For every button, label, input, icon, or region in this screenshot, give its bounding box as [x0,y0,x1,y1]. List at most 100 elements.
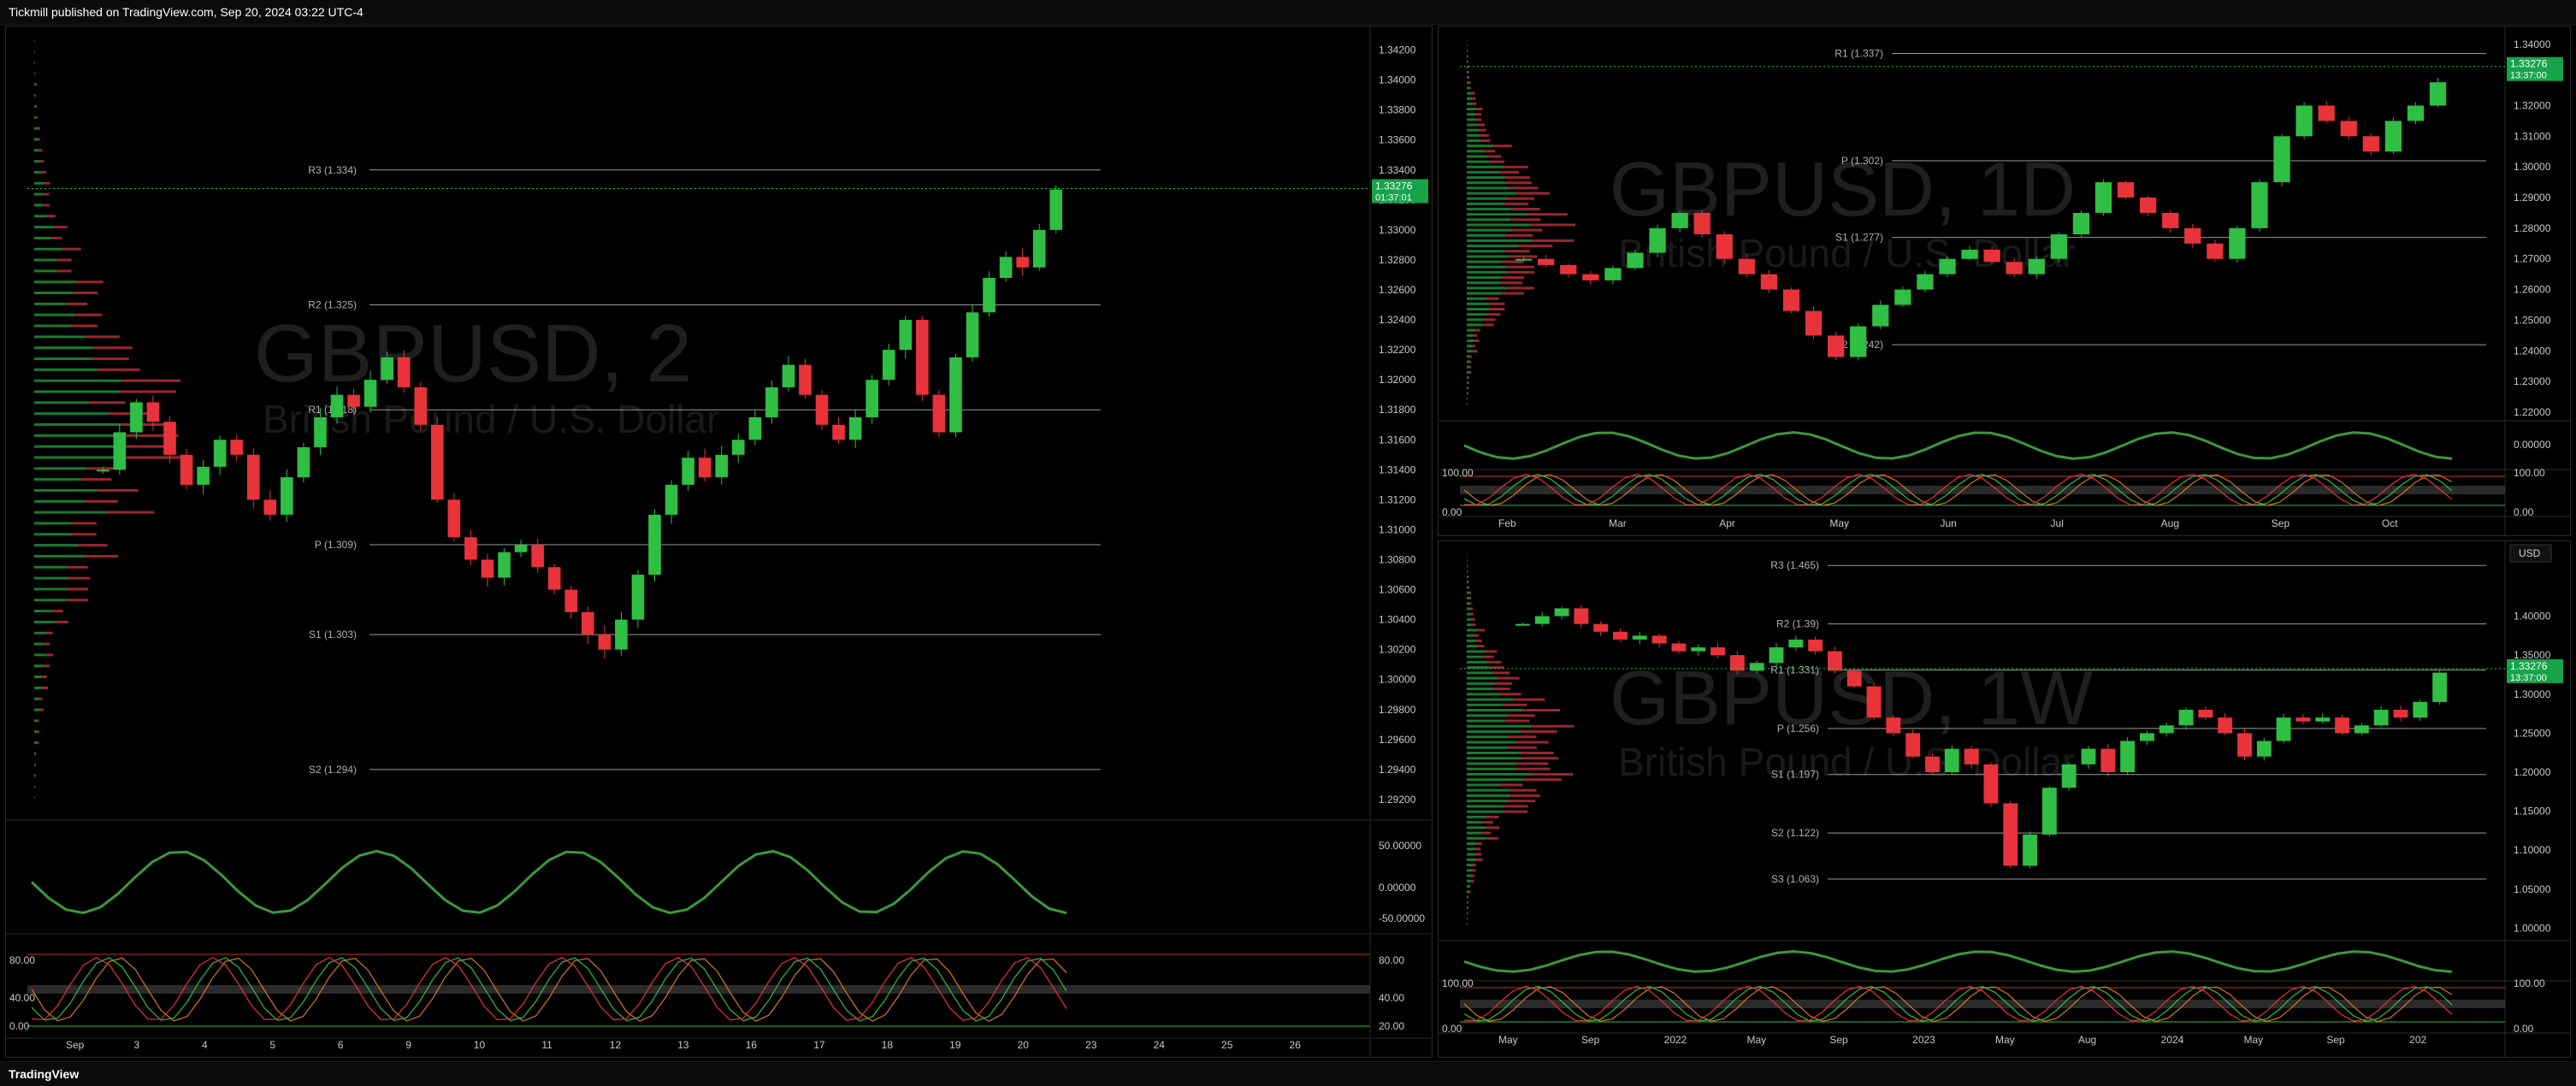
price-axis-label-18: 1.30600 [1379,584,1416,596]
volume-profile-bar [1472,864,1475,866]
candle-body [2354,725,2369,733]
volume-profile-bar [1504,203,1528,205]
volume-profile-bar [1467,124,1478,127]
volume-profile-bar [1504,166,1528,168]
candle-body [1538,259,1554,265]
time-axis-label-1: Mar [1609,517,1627,529]
volume-profile-bar [1468,376,1469,379]
volume-profile-bar [1476,108,1482,110]
candle-body [1633,635,1647,640]
volume-profile-bar [1467,682,1494,685]
volume-profile-bar [43,193,49,196]
volume-profile-bar [72,533,97,535]
candle-body [1672,213,1688,228]
volume-profile-bar [1467,634,1474,637]
time-axis-label-12: 18 [882,1039,894,1051]
time-axis-label-8: 2024 [2161,1034,2184,1046]
candle-body [2374,710,2389,725]
chart-svg-main[interactable]: GBPUSD, 2British Pound / U.S. DollarR3 (… [6,27,1432,1057]
chart-svg-weekly[interactable]: GBPUSD, 1WBritish Pound / U.S. DollarR3 … [1439,541,2570,1057]
volume-profile-bar [1477,645,1484,647]
osc2-axis-label-1: 0.00 [2514,1023,2534,1035]
volume-profile-bar [34,380,122,382]
volume-profile-bar [1467,86,1469,89]
volume-profile-bar [1467,847,1475,850]
candle-body [2120,741,2135,772]
candle-body [2363,136,2379,151]
volume-profile-bar [1467,896,1468,899]
volume-profile-bar [1467,586,1468,588]
candle-body [2162,213,2178,228]
volume-profile-bar [34,357,92,360]
candle-body [1917,274,1933,290]
volume-profile-bar [1467,276,1501,279]
volume-profile-bar [106,511,154,514]
chart-panel-2m[interactable]: GBPUSD, 2British Pound / U.S. DollarR3 (… [5,26,1433,1058]
volume-profile-bar [35,94,36,97]
candle-body [1739,259,1755,274]
volume-profile-bar [1467,261,1501,263]
price-axis-label-3: 1.31000 [2514,130,2551,142]
pivot-label-1: R2 (1.325) [308,299,357,311]
volume-profile-bar [1487,313,1501,316]
candle-body [1808,640,1823,652]
volume-profile-bar [122,380,180,382]
volume-profile-bar [1467,381,1468,384]
volume-profile-bar [34,489,97,492]
volume-profile-bar [1472,869,1475,871]
candle-body [933,395,946,433]
volume-profile-bar [1467,371,1469,374]
volume-profile-bar [34,204,44,206]
candle-body [214,440,227,467]
volume-profile-bar [86,335,120,338]
chart-panel-1d[interactable]: GBPUSD, 1DBritish Pound / U.S. DollarR1 … [1438,26,2571,536]
volume-profile-bar [1506,234,1533,237]
chart-svg-daily[interactable]: GBPUSD, 1DBritish Pound / U.S. DollarR1 … [1439,27,2570,535]
volume-profile-bar [1467,329,1475,332]
volume-profile-bar [1474,634,1479,637]
time-axis-label-4: Sep [1829,1034,1848,1046]
volume-profile-bar [34,741,37,744]
time-axis-label-14: 20 [1018,1039,1030,1051]
volume-profile-bar [1474,339,1480,342]
published-header: Tickmill published on TradingView.com, S… [0,0,2576,25]
volume-profile-bar [1475,118,1481,121]
volume-profile-bar [120,391,176,393]
volume-profile-bar [1475,329,1480,332]
time-axis-label-15: 23 [1085,1039,1097,1051]
time-axis-label-3: 5 [269,1039,275,1051]
volume-profile-bar [34,621,55,623]
volume-profile-bar [1467,281,1500,284]
volume-profile-bar [1467,181,1506,184]
chart-panel-1w[interactable]: GBPUSD, 1WBritish Pound / U.S. DollarR3 … [1438,540,2571,1058]
volume-profile-bar [75,280,103,283]
candle-body [2006,262,2023,274]
volume-profile-bar [34,434,121,437]
candle-body [1560,265,1576,274]
volume-profile-bar [1467,607,1470,610]
time-axis-label-4: Jun [1940,517,1956,529]
volume-profile-bar [1483,323,1494,326]
candle-body [2229,228,2245,259]
pivot-label-1: P (1.302) [1841,155,1883,167]
volume-profile-bar [92,357,129,360]
volume-profile-bar [1515,762,1548,764]
volume-profile-bar [44,643,50,646]
time-axis-label-0: May [1498,1034,1518,1046]
volume-profile-bar [34,248,62,251]
volume-profile-bar [1467,224,1532,227]
volume-profile-bar [1467,176,1504,179]
volume-profile-bar [62,248,81,251]
candle-body [2408,105,2424,121]
time-axis-label-10: Sep [2326,1034,2345,1046]
volume-profile-bar [1467,118,1475,121]
candle-body [1535,617,1550,624]
volume-profile-bar [89,401,126,404]
price-axis-label-25: 1.29200 [1379,794,1416,806]
volume-profile-bar [1467,234,1506,237]
candle-body [2207,244,2223,259]
volume-profile-bar [67,599,88,601]
volume-profile-bar [1467,650,1485,652]
volume-profile-bar [1467,869,1472,871]
time-axis-label-5: 9 [405,1039,411,1051]
